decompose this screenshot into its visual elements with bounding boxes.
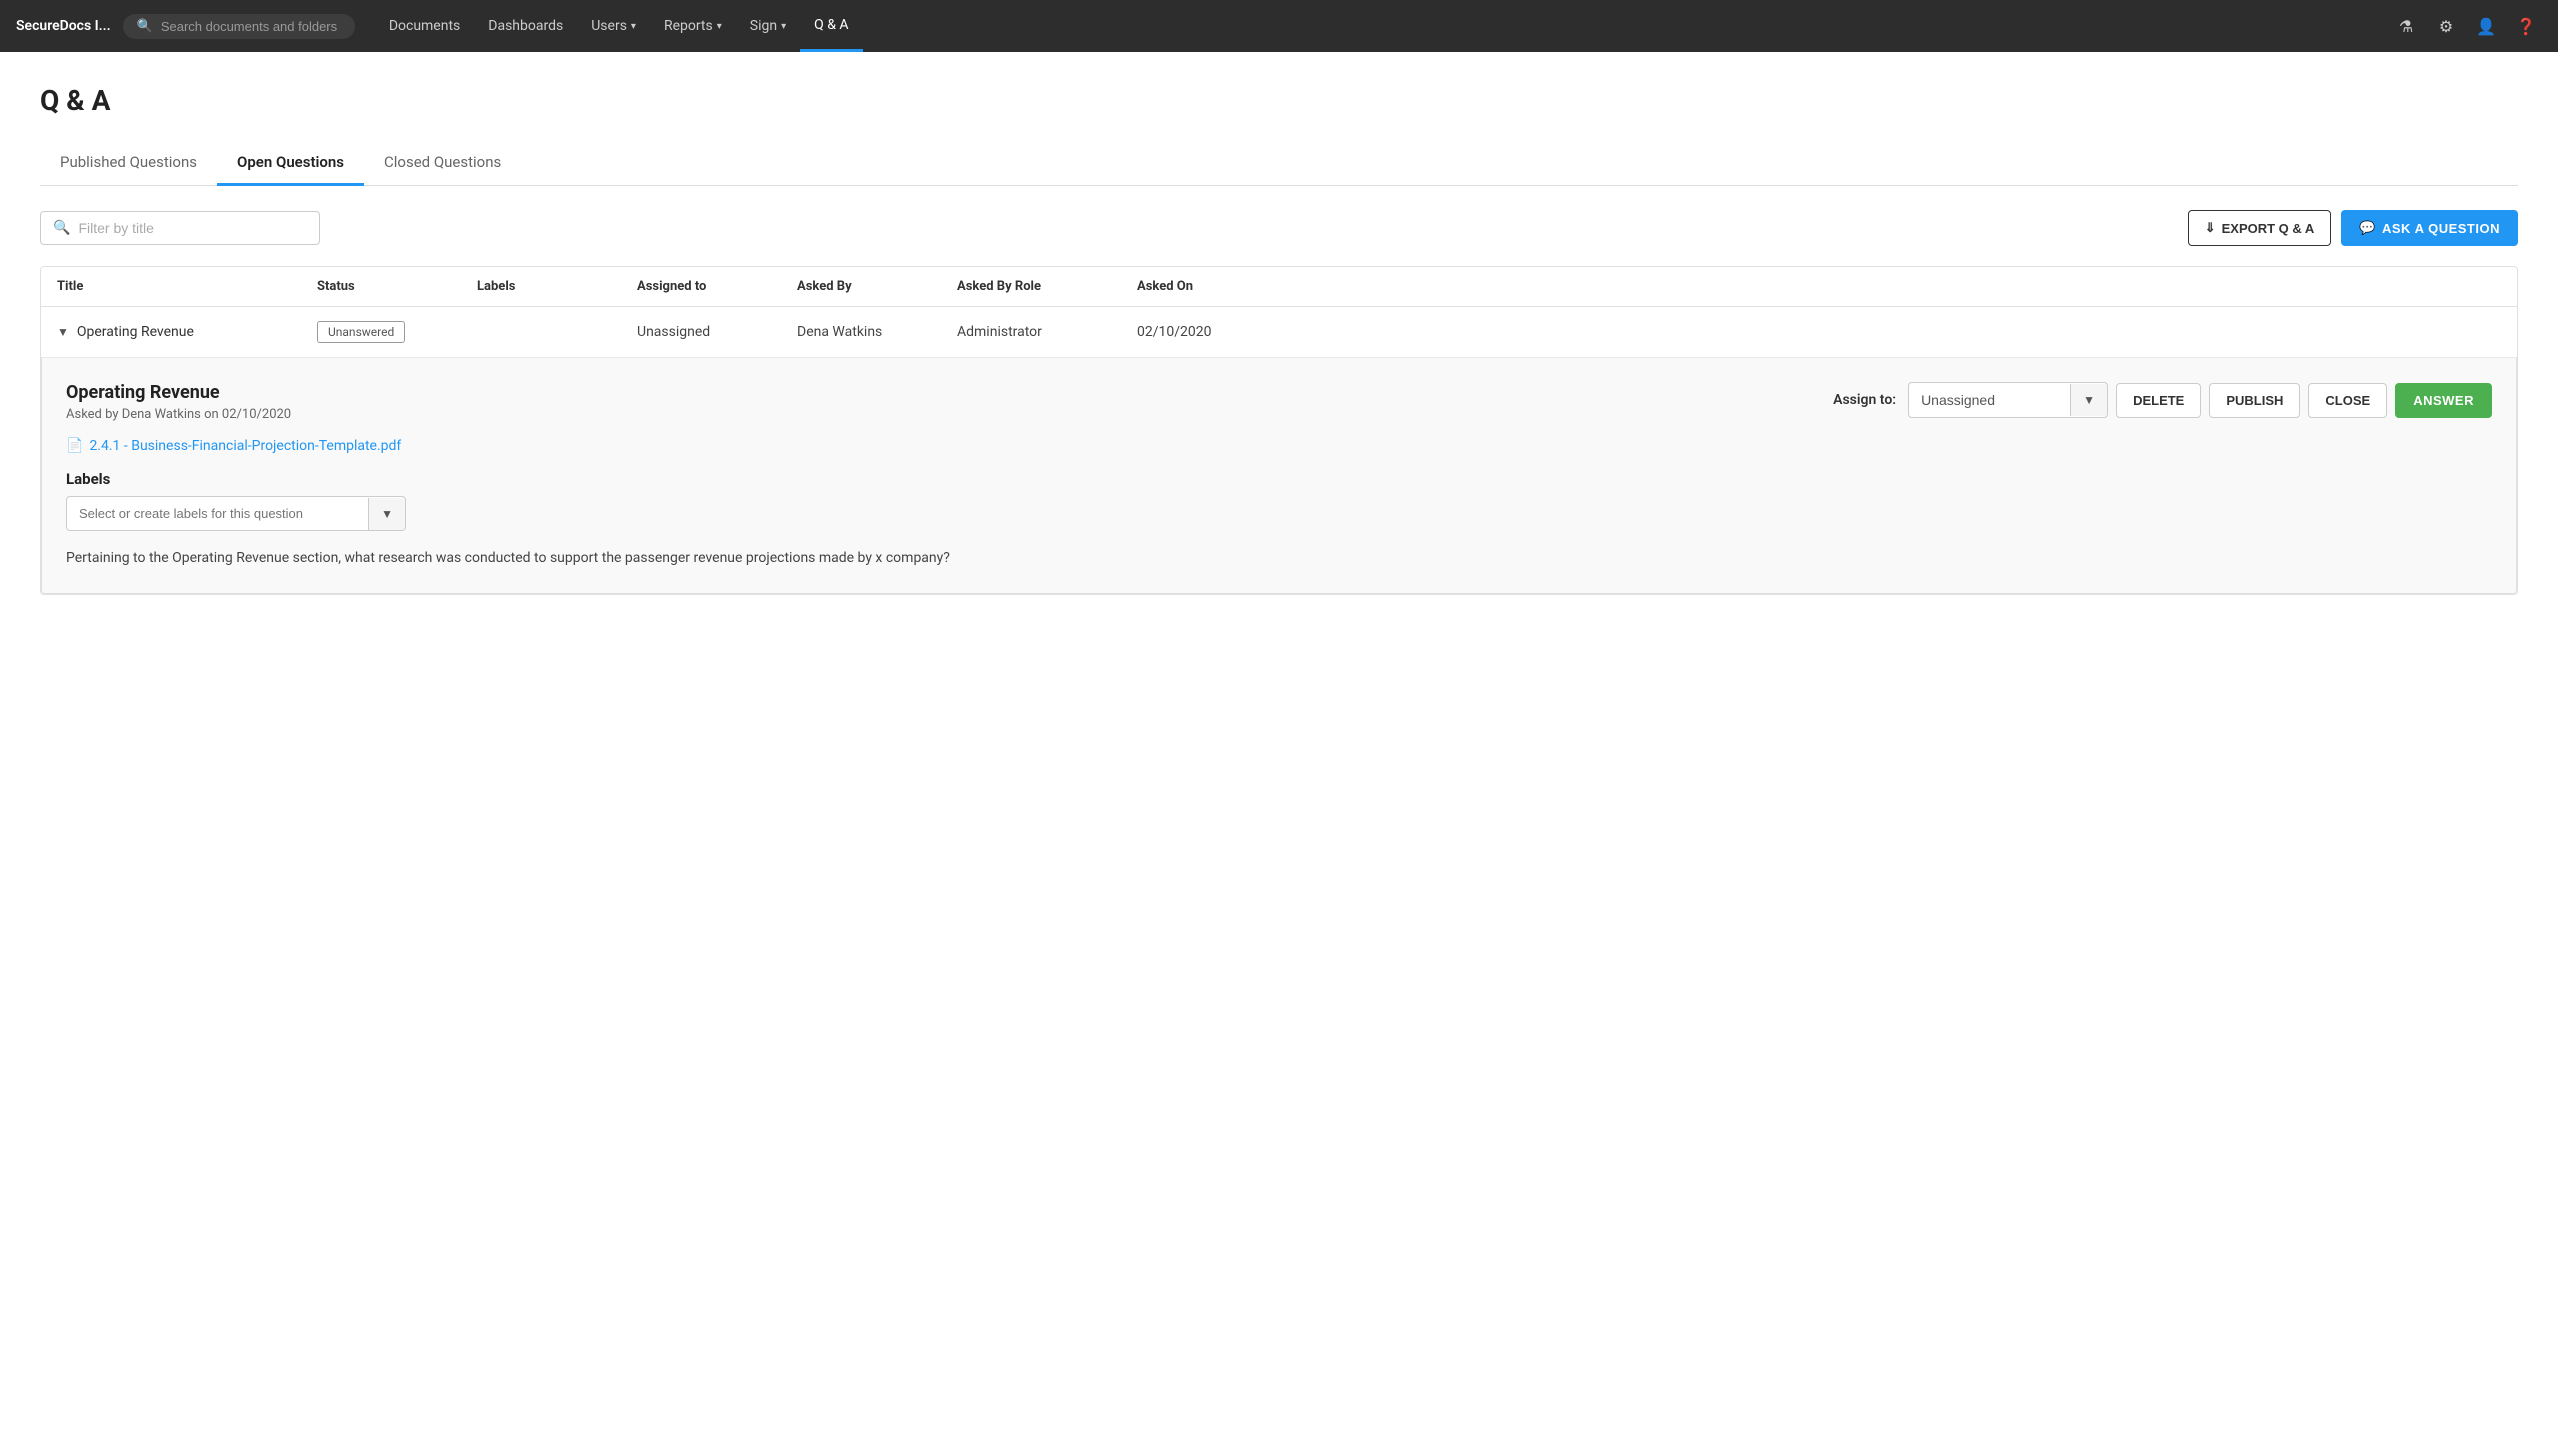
detail-actions: Assign to: Unassigned ▼ DELETE PUBLISH C… xyxy=(1833,382,2492,418)
tabs-container: Published Questions Open Questions Close… xyxy=(40,141,2518,186)
delete-button[interactable]: DELETE xyxy=(2116,383,2201,418)
table-row: ▼ Operating Revenue Unanswered Unassigne… xyxy=(41,307,2517,358)
col-asked-by-role: Asked By Role xyxy=(957,279,1137,294)
chat-icon: 💬 xyxy=(2359,220,2376,236)
search-bar[interactable]: 🔍 xyxy=(123,14,355,39)
brand-name: SecureDocs I... xyxy=(16,18,111,34)
row-asked-by-cell: Dena Watkins xyxy=(797,324,957,340)
col-assigned: Assigned to xyxy=(637,279,797,294)
nav-documents[interactable]: Documents xyxy=(375,0,474,52)
nav-reports[interactable]: Reports ▾ xyxy=(650,0,736,52)
status-badge: Unanswered xyxy=(317,321,405,343)
assign-label: Assign to: xyxy=(1833,392,1896,408)
labels-select[interactable]: ▼ xyxy=(66,496,406,531)
detail-title: Operating Revenue xyxy=(66,382,291,403)
detail-panel: Operating Revenue Asked by Dena Watkins … xyxy=(41,358,2517,594)
filter-search-icon: 🔍 xyxy=(53,220,70,236)
ask-question-button[interactable]: 💬 ASK A QUESTION xyxy=(2341,210,2518,246)
labels-dropdown-caret[interactable]: ▼ xyxy=(368,498,405,530)
nav-users[interactable]: Users ▾ xyxy=(577,0,650,52)
users-caret: ▾ xyxy=(631,21,636,32)
filter-input[interactable] xyxy=(78,220,307,236)
labels-section: Labels ▼ xyxy=(66,470,2492,531)
toolbar: 🔍 ⇓ EXPORT Q & A 💬 ASK A QUESTION xyxy=(40,210,2518,246)
help-icon[interactable]: ❓ xyxy=(2510,10,2542,42)
tab-published[interactable]: Published Questions xyxy=(40,141,217,186)
col-status: Status xyxy=(317,279,477,294)
publish-button[interactable]: PUBLISH xyxy=(2209,383,2300,418)
nav-qa[interactable]: Q & A xyxy=(800,0,862,52)
row-title-cell: ▼ Operating Revenue xyxy=(57,324,317,340)
document-icon: 📄 xyxy=(66,438,83,454)
row-status-cell: Unanswered xyxy=(317,321,477,343)
row-asked-by-role-cell: Administrator xyxy=(957,324,1137,340)
flask-icon[interactable]: ⚗ xyxy=(2390,10,2422,42)
answer-button[interactable]: ANSWER xyxy=(2395,383,2492,418)
close-button[interactable]: CLOSE xyxy=(2308,383,2387,418)
question-body: Pertaining to the Operating Revenue sect… xyxy=(66,547,2492,569)
assign-select[interactable]: Unassigned ▼ xyxy=(1908,382,2108,418)
filter-search-box[interactable]: 🔍 xyxy=(40,211,320,245)
labels-section-title: Labels xyxy=(66,470,2492,488)
gear-icon[interactable]: ⚙ xyxy=(2430,10,2462,42)
export-button[interactable]: ⇓ EXPORT Q & A xyxy=(2188,210,2332,246)
sign-caret: ▾ xyxy=(781,21,786,32)
main-content: Q & A Published Questions Open Questions… xyxy=(0,52,2558,1440)
nav-sign[interactable]: Sign ▾ xyxy=(736,0,800,52)
search-icon: 🔍 xyxy=(137,19,153,34)
search-input[interactable] xyxy=(161,19,341,34)
user-icon[interactable]: 👤 xyxy=(2470,10,2502,42)
col-asked-by: Asked By xyxy=(797,279,957,294)
labels-input[interactable] xyxy=(67,497,368,530)
detail-header: Operating Revenue Asked by Dena Watkins … xyxy=(66,382,2492,422)
nav-dashboards[interactable]: Dashboards xyxy=(474,0,577,52)
row-assigned-cell: Unassigned xyxy=(637,324,797,340)
tab-closed[interactable]: Closed Questions xyxy=(364,141,521,186)
document-link[interactable]: 📄 2.4.1 - Business-Financial-Projection-… xyxy=(66,438,2492,454)
detail-title-section: Operating Revenue Asked by Dena Watkins … xyxy=(66,382,291,422)
assign-dropdown-caret[interactable]: ▼ xyxy=(2070,384,2107,416)
nav-links: Documents Dashboards Users ▾ Reports ▾ S… xyxy=(375,0,2390,52)
row-asked-on-cell: 02/10/2020 xyxy=(1137,324,1277,340)
page-title: Q & A xyxy=(40,84,2518,117)
download-icon: ⇓ xyxy=(2205,220,2216,236)
nav-icons: ⚗ ⚙ 👤 ❓ xyxy=(2390,10,2542,42)
assign-dropdown[interactable]: Unassigned xyxy=(1909,383,2070,417)
col-asked-on: Asked On xyxy=(1137,279,1277,294)
toolbar-right: ⇓ EXPORT Q & A 💬 ASK A QUESTION xyxy=(2188,210,2518,246)
questions-table: Title Status Labels Assigned to Asked By… xyxy=(40,266,2518,595)
expand-icon[interactable]: ▼ xyxy=(57,325,69,339)
navbar: SecureDocs I... 🔍 Documents Dashboards U… xyxy=(0,0,2558,52)
col-title: Title xyxy=(57,279,317,294)
detail-subtitle: Asked by Dena Watkins on 02/10/2020 xyxy=(66,407,291,422)
reports-caret: ▾ xyxy=(717,21,722,32)
table-header: Title Status Labels Assigned to Asked By… xyxy=(41,267,2517,307)
tab-open[interactable]: Open Questions xyxy=(217,141,364,186)
col-labels: Labels xyxy=(477,279,637,294)
